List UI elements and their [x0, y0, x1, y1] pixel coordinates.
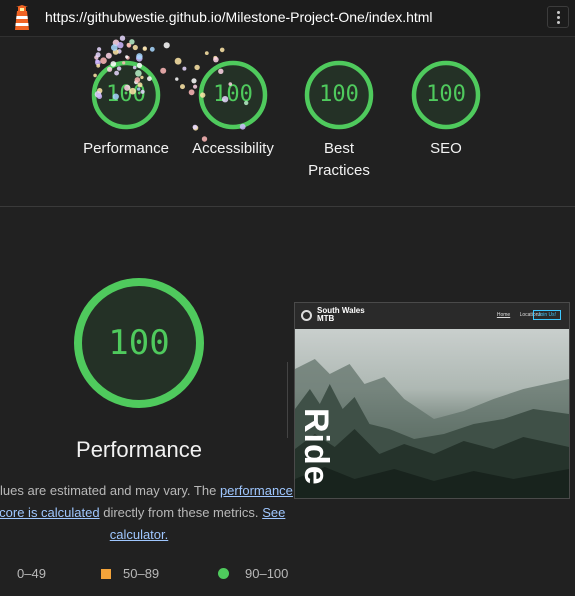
top-bar: https://githubwestie.github.io/Milestone…	[0, 0, 575, 37]
legend-pass: 90–100	[218, 566, 288, 581]
gauge-score: 100	[426, 82, 466, 107]
lighthouse-logo-icon	[15, 5, 29, 30]
page-url: https://githubwestie.github.io/Milestone…	[45, 9, 433, 25]
gauge-label: Accessibility	[192, 140, 274, 157]
legend-range: 50–89	[123, 566, 160, 581]
gauge-score: 100	[213, 82, 253, 107]
join-us-button: Join Us!	[532, 310, 561, 320]
legend-range: 90–100	[245, 566, 289, 581]
performance-title: Performance	[76, 437, 202, 462]
section-divider	[0, 206, 575, 207]
gauge-label: Best Practices	[308, 140, 370, 179]
score-legend: 0–49 50–89 90–100	[0, 562, 575, 584]
dot-icon	[556, 15, 560, 19]
legend-range: 0–49	[17, 566, 46, 581]
nav-home: Home	[496, 312, 511, 318]
square-icon	[101, 568, 111, 579]
gauge-best-practices[interactable]: 100 Best Practices	[284, 60, 394, 182]
legend-average: 50–89	[101, 566, 159, 581]
performance-gauge: 100	[73, 277, 205, 409]
gauge-score: 100	[319, 82, 359, 107]
gauge-seo[interactable]: 100 SEO	[391, 60, 501, 160]
forest-image	[295, 329, 569, 498]
circle-icon	[218, 568, 229, 579]
legend-fail: 0–49	[0, 566, 46, 581]
vertical-divider	[287, 362, 288, 438]
gauge-label: SEO	[430, 140, 462, 157]
gauge-performance[interactable]: 100 Performance	[71, 60, 181, 160]
desc-text: directly from these metrics.	[103, 505, 259, 520]
screenshot-navbar: South Wales MTB Home Locations Join Us!	[295, 303, 569, 329]
hero-word: Ride	[297, 408, 335, 486]
dot-icon	[556, 20, 560, 24]
bike-logo-icon	[301, 310, 312, 321]
gauge-score: 100	[106, 82, 146, 107]
gauge-label: Performance	[83, 140, 169, 157]
dot-icon	[556, 10, 560, 14]
screenshot-brand: South Wales MTB	[317, 306, 365, 323]
desc-text: Values are estimated and may vary. The	[0, 483, 217, 498]
score-gauges: 100 Performance 100 Accessibility 100 Be…	[0, 37, 575, 205]
performance-score: 100	[108, 323, 170, 363]
gauge-accessibility[interactable]: 100 Accessibility	[178, 60, 288, 160]
more-menu-button[interactable]	[547, 6, 569, 28]
performance-description: Values are estimated and may vary. The p…	[0, 480, 299, 546]
final-screenshot[interactable]: South Wales MTB Home Locations Join Us! …	[294, 302, 570, 499]
